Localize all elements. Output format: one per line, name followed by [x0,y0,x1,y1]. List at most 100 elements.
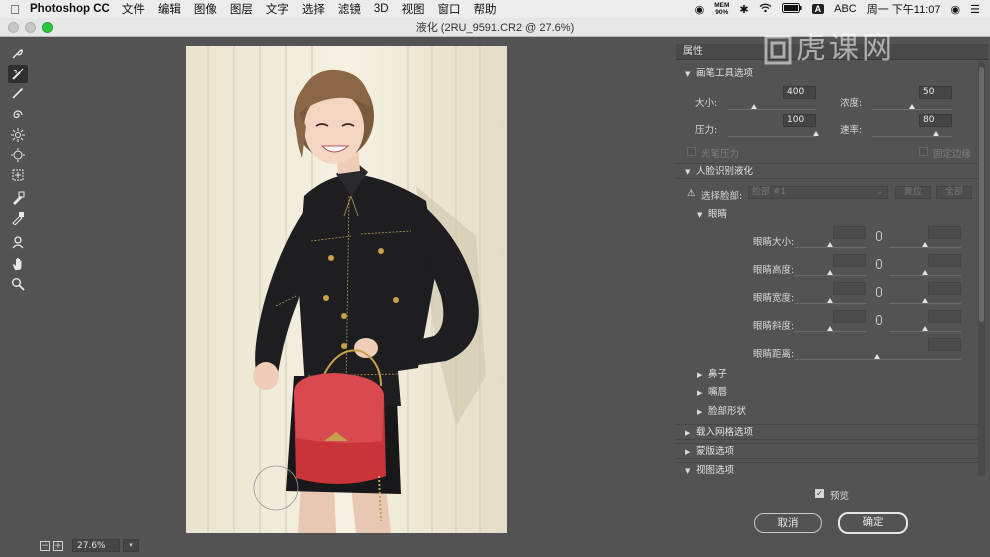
menu-image[interactable]: 图像 [194,1,217,17]
rate-input[interactable]: 80 [919,114,952,127]
preview-canvas[interactable] [36,38,670,534]
eye-tilt-left-input[interactable] [833,310,866,323]
panel-scrollbar[interactable] [978,62,985,476]
hand-tool-icon[interactable] [8,255,28,273]
eye-width-left-slider[interactable] [794,303,866,304]
notification-center-icon[interactable]: ☰ [970,3,980,16]
apple-icon[interactable]:  [0,2,30,17]
zoom-dropdown-chevron-down-icon[interactable]: ▾ [123,539,139,552]
nose-header[interactable]: ▶ 鼻子 [676,367,978,383]
eye-width-left-thumb[interactable] [827,298,833,303]
face-shape-header[interactable]: ▶ 脸部形状 [676,404,978,420]
menu-3d[interactable]: 3D [374,3,389,15]
eye-tilt-right-slider[interactable] [889,331,961,332]
freeze-mask-tool-icon[interactable] [8,189,28,207]
forward-warp-tool-icon[interactable] [8,44,28,62]
menu-layer[interactable]: 图层 [230,1,253,17]
eye-size-right-slider[interactable] [889,247,961,248]
bloat-tool-icon[interactable] [8,146,28,164]
eye-height-left-slider[interactable] [794,275,866,276]
eye-size-right-thumb[interactable] [922,242,928,247]
memory-indicator[interactable]: MEM 90% [714,2,729,16]
input-source-label[interactable]: ABC [834,3,857,15]
menu-file[interactable]: 文件 [122,1,145,17]
thaw-mask-tool-icon[interactable] [8,209,28,227]
scrollbar-thumb[interactable] [979,67,984,322]
eye-tilt-right-input[interactable] [928,310,961,323]
zoom-level-field[interactable]: 27.6% [72,539,120,552]
battery-icon[interactable] [781,2,802,16]
brush-size-slider[interactable] [728,109,816,110]
siri-icon[interactable]: ◉ [951,3,961,16]
eye-width-right-thumb[interactable] [922,298,928,303]
zoom-out-button[interactable]: − [40,540,50,551]
density-slider[interactable] [872,109,952,110]
select-face-dropdown[interactable]: 脸部 #1 ⌄ [748,186,888,199]
rate-slider-thumb[interactable] [933,131,939,136]
window-minimize-button[interactable] [25,22,36,33]
density-input[interactable]: 50 [919,86,952,99]
bluetooth-icon[interactable]: ✱ [739,3,748,16]
menubar-clock[interactable]: 周一 下午11:07 [867,1,941,17]
twirl-tool-icon[interactable] [8,106,28,124]
mouth-header[interactable]: ▶ 嘴唇 [676,385,978,401]
load-mesh-header[interactable]: ▶ 载入网格选项 [676,424,978,440]
link-icon[interactable] [876,287,882,297]
menu-select[interactable]: 选择 [302,1,325,17]
eye-distance-slider[interactable] [794,359,961,360]
stylus-pressure-checkbox[interactable] [687,147,696,156]
input-method-badge[interactable]: A [811,4,825,14]
reconstruct-tool-icon[interactable] [8,65,28,83]
eye-height-left-input[interactable] [833,254,866,267]
record-icon[interactable]: ◉ [695,3,705,16]
eye-height-left-thumb[interactable] [827,270,833,275]
eye-height-right-slider[interactable] [889,275,961,276]
eye-width-left-input[interactable] [833,282,866,295]
menu-window[interactable]: 窗口 [438,1,461,17]
eye-tilt-left-thumb[interactable] [827,326,833,331]
menu-edit[interactable]: 编辑 [158,1,181,17]
view-options-header[interactable]: ▼ 视图选项 [676,462,978,476]
zoom-tool-icon[interactable] [8,275,28,293]
reset-button[interactable]: 复位 [895,186,931,199]
preview-checkbox[interactable]: ✓ [815,489,824,498]
push-left-tool-icon[interactable] [8,166,28,184]
brush-size-input[interactable]: 400 [783,86,816,99]
window-zoom-button[interactable] [42,22,53,33]
app-menu[interactable]: Photoshop CC [30,3,110,15]
eye-size-left-thumb[interactable] [827,242,833,247]
eye-distance-input[interactable] [928,338,961,351]
zoom-in-button[interactable]: + [53,540,63,551]
eye-size-left-input[interactable] [833,226,866,239]
eyes-header[interactable]: ▼ 眼睛 [676,207,978,223]
menu-view[interactable]: 视图 [402,1,425,17]
menu-help[interactable]: 帮助 [474,1,497,17]
face-aware-header[interactable]: ▼ 人脸识别液化 [676,163,978,179]
mask-options-header[interactable]: ▶ 蒙版选项 [676,443,978,459]
eye-distance-thumb[interactable] [874,354,880,359]
link-icon[interactable] [876,259,882,269]
smooth-tool-icon[interactable] [8,84,28,102]
wifi-icon[interactable] [759,3,772,16]
preview-photo[interactable] [186,46,507,533]
all-button[interactable]: 全部 [936,186,972,199]
pressure-slider[interactable] [728,136,816,137]
menu-type[interactable]: 文字 [266,1,289,17]
eye-width-right-input[interactable] [928,282,961,295]
eye-size-right-input[interactable] [928,226,961,239]
density-slider-thumb[interactable] [909,104,915,109]
brush-size-slider-thumb[interactable] [751,104,758,109]
cancel-button[interactable]: 取消 [754,513,822,533]
eye-size-left-slider[interactable] [794,247,866,248]
pressure-slider-thumb[interactable] [813,131,819,136]
face-tool-icon[interactable] [8,233,28,251]
eye-height-right-thumb[interactable] [922,270,928,275]
eye-tilt-right-thumb[interactable] [922,326,928,331]
eye-width-right-slider[interactable] [889,303,961,304]
menu-filter[interactable]: 滤镜 [338,1,361,17]
ok-button[interactable]: 确定 [838,512,908,534]
brush-options-header[interactable]: ▼ 画笔工具选项 [676,66,978,82]
link-icon[interactable] [876,315,882,325]
link-icon[interactable] [876,231,882,241]
pressure-input[interactable]: 100 [783,114,816,127]
